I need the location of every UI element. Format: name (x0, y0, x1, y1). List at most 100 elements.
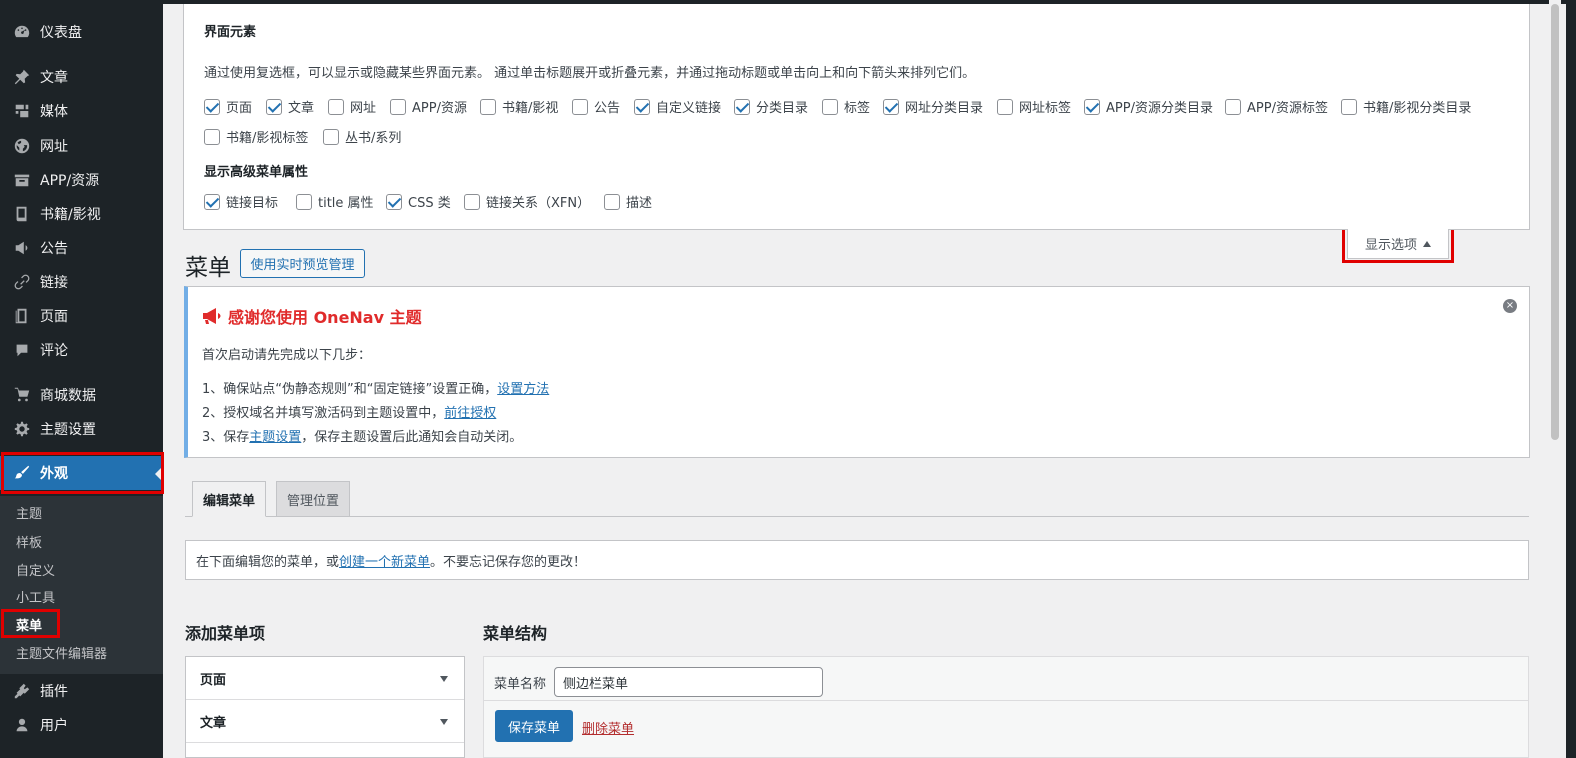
notice-step-text: 3、保存 (202, 430, 250, 445)
notice-title: 感谢您使用 OneNav 主题 (202, 304, 422, 328)
checkbox-box[interactable] (634, 98, 650, 115)
dismiss-notice-icon[interactable]: × (1503, 299, 1517, 313)
notice-step-text: 1、确保站点“伪静态规则”和“固定链接”设置正确， (202, 382, 498, 397)
save-menu-button[interactable]: 保存菜单 (495, 710, 573, 742)
submenu-item-menus[interactable]: 菜单 (16, 615, 42, 634)
checkbox-site-categories[interactable]: 网址分类目录 (883, 97, 983, 116)
checkbox-tags[interactable]: 标签 (822, 97, 870, 116)
sidebar-item-sites[interactable]: 网址 (0, 129, 163, 163)
checkbox-box[interactable] (1341, 98, 1357, 115)
checkbox-title-attribute[interactable]: title 属性 (296, 192, 374, 211)
checkbox-app-categories[interactable]: APP/资源分类目录 (1084, 97, 1213, 116)
sidebar-item-theme-settings[interactable]: 主题设置 (0, 412, 163, 446)
delete-menu-link[interactable]: 删除菜单 (582, 718, 634, 737)
checkbox-books[interactable]: 书籍/影视 (480, 97, 558, 116)
sidebar-item-label: 外观 (40, 466, 68, 482)
checkbox-app-tags[interactable]: APP/资源标签 (1225, 97, 1328, 116)
checkbox-box[interactable] (296, 193, 312, 210)
checkbox-pages[interactable]: 页面 (204, 97, 252, 116)
checkbox-xfn[interactable]: 链接关系（XFN） (464, 192, 590, 211)
caret-down-icon (440, 719, 448, 725)
sidebar-item-pages[interactable]: 页面 (0, 299, 163, 333)
caret-down-icon (440, 676, 448, 682)
checkbox-box[interactable] (464, 193, 480, 210)
notice-title-text: 感谢您使用 OneNav 主题 (228, 308, 422, 327)
checkbox-categories[interactable]: 分类目录 (734, 97, 808, 116)
create-new-menu-link[interactable]: 创建一个新菜单 (339, 551, 430, 570)
checkbox-sites[interactable]: 网址 (328, 97, 376, 116)
manage-menus-text: 。不要忘记保存您的更改！ (430, 554, 587, 570)
checkbox-box[interactable] (386, 193, 402, 210)
sidebar-item-users[interactable]: 用户 (0, 708, 163, 742)
tab-manage-locations[interactable]: 管理位置 (276, 481, 351, 517)
checkbox-book-categories[interactable]: 书籍/影视分类目录 (1341, 97, 1471, 116)
checkbox-box[interactable] (204, 98, 220, 115)
admin-sidebar: 仪表盘 文章 媒体 网址 APP/资源 书籍/影视 公告 链接 页面 评论 商城… (0, 0, 163, 758)
submenu-item-patterns[interactable]: 样板 (16, 532, 42, 551)
checkbox-box[interactable] (204, 193, 220, 210)
checkbox-box[interactable] (572, 98, 588, 115)
setup-method-link[interactable]: 设置方法 (497, 382, 549, 397)
checkbox-site-tags[interactable]: 网址标签 (997, 97, 1071, 116)
menu-structure-heading: 菜单结构 (483, 624, 548, 643)
sidebar-item-appearance[interactable]: 外观 (0, 456, 163, 490)
sidebar-item-links[interactable]: 链接 (0, 265, 163, 299)
sidebar-item-label: 链接 (40, 275, 68, 291)
checkbox-box[interactable] (266, 98, 282, 115)
checkbox-apps[interactable]: APP/资源 (390, 97, 467, 116)
sidebar-item-label: 插件 (40, 684, 68, 700)
sidebar-item-books[interactable]: 书籍/影视 (0, 197, 163, 231)
checkbox-posts[interactable]: 文章 (266, 97, 314, 116)
checkbox-label: 链接关系（XFN） (486, 196, 591, 211)
checkbox-box[interactable] (328, 98, 344, 115)
brush-icon (12, 463, 32, 483)
accordion-pages[interactable]: 页面 (186, 657, 464, 700)
checkbox-box[interactable] (323, 128, 339, 145)
sidebar-item-posts[interactable]: 文章 (0, 60, 163, 94)
sidebar-item-label: 商城数据 (40, 388, 96, 404)
checkbox-css-classes[interactable]: CSS 类 (386, 192, 451, 211)
tab-edit-menus[interactable]: 编辑菜单 (192, 481, 267, 517)
checkbox-box[interactable] (822, 98, 838, 115)
triangle-up-icon (1423, 240, 1431, 247)
sidebar-item-shop-data[interactable]: 商城数据 (0, 378, 163, 412)
sidebar-item-comments[interactable]: 评论 (0, 333, 163, 367)
sidebar-item-label: 媒体 (40, 104, 68, 120)
checkbox-label: 书籍/影视分类目录 (1363, 101, 1472, 116)
screen-options-toggle[interactable]: 显示选项 (1347, 229, 1449, 259)
live-preview-button[interactable]: 使用实时预览管理 (240, 249, 365, 278)
sidebar-item-apps[interactable]: APP/资源 (0, 163, 163, 197)
checkbox-custom-links[interactable]: 自定义链接 (634, 97, 721, 116)
scrollbar-thumb[interactable] (1551, 4, 1559, 440)
sidebar-item-dashboard[interactable]: 仪表盘 (0, 15, 163, 49)
submenu-item-widgets[interactable]: 小工具 (16, 587, 55, 606)
page-scrollbar[interactable] (1549, 0, 1561, 758)
checkbox-label: 公告 (594, 101, 621, 116)
sidebar-item-plugins[interactable]: 插件 (0, 674, 163, 708)
menu-name-label: 菜单名称 (494, 677, 547, 692)
checkbox-box[interactable] (204, 128, 220, 145)
sidebar-item-bulletin[interactable]: 公告 (0, 231, 163, 265)
submenu-item-theme-file-editor[interactable]: 主题文件编辑器 (16, 643, 107, 662)
checkbox-series[interactable]: 丛书/系列 (323, 127, 401, 146)
checkbox-box[interactable] (997, 98, 1013, 115)
checkbox-box[interactable] (1084, 98, 1100, 115)
checkbox-box[interactable] (734, 98, 750, 115)
sidebar-item-media[interactable]: 媒体 (0, 94, 163, 128)
submenu-item-themes[interactable]: 主题 (16, 503, 42, 522)
checkbox-box[interactable] (480, 98, 496, 115)
go-authorize-link[interactable]: 前往授权 (444, 406, 496, 421)
checkbox-link-target[interactable]: 链接目标 (204, 192, 278, 211)
menu-name-input[interactable] (554, 667, 823, 697)
theme-settings-link[interactable]: 主题设置 (249, 430, 301, 445)
accordion-posts[interactable]: 文章 (186, 700, 464, 743)
checkbox-box[interactable] (1225, 98, 1241, 115)
submenu-item-customize[interactable]: 自定义 (16, 560, 55, 579)
checkbox-bulletin[interactable]: 公告 (572, 97, 620, 116)
checkbox-description[interactable]: 描述 (604, 192, 652, 211)
checkbox-box[interactable] (604, 193, 620, 210)
screen-options-toggle-label: 显示选项 (1364, 238, 1417, 253)
checkbox-box[interactable] (883, 98, 899, 115)
checkbox-box[interactable] (390, 98, 406, 115)
checkbox-book-tags[interactable]: 书籍/影视标签 (204, 127, 308, 146)
